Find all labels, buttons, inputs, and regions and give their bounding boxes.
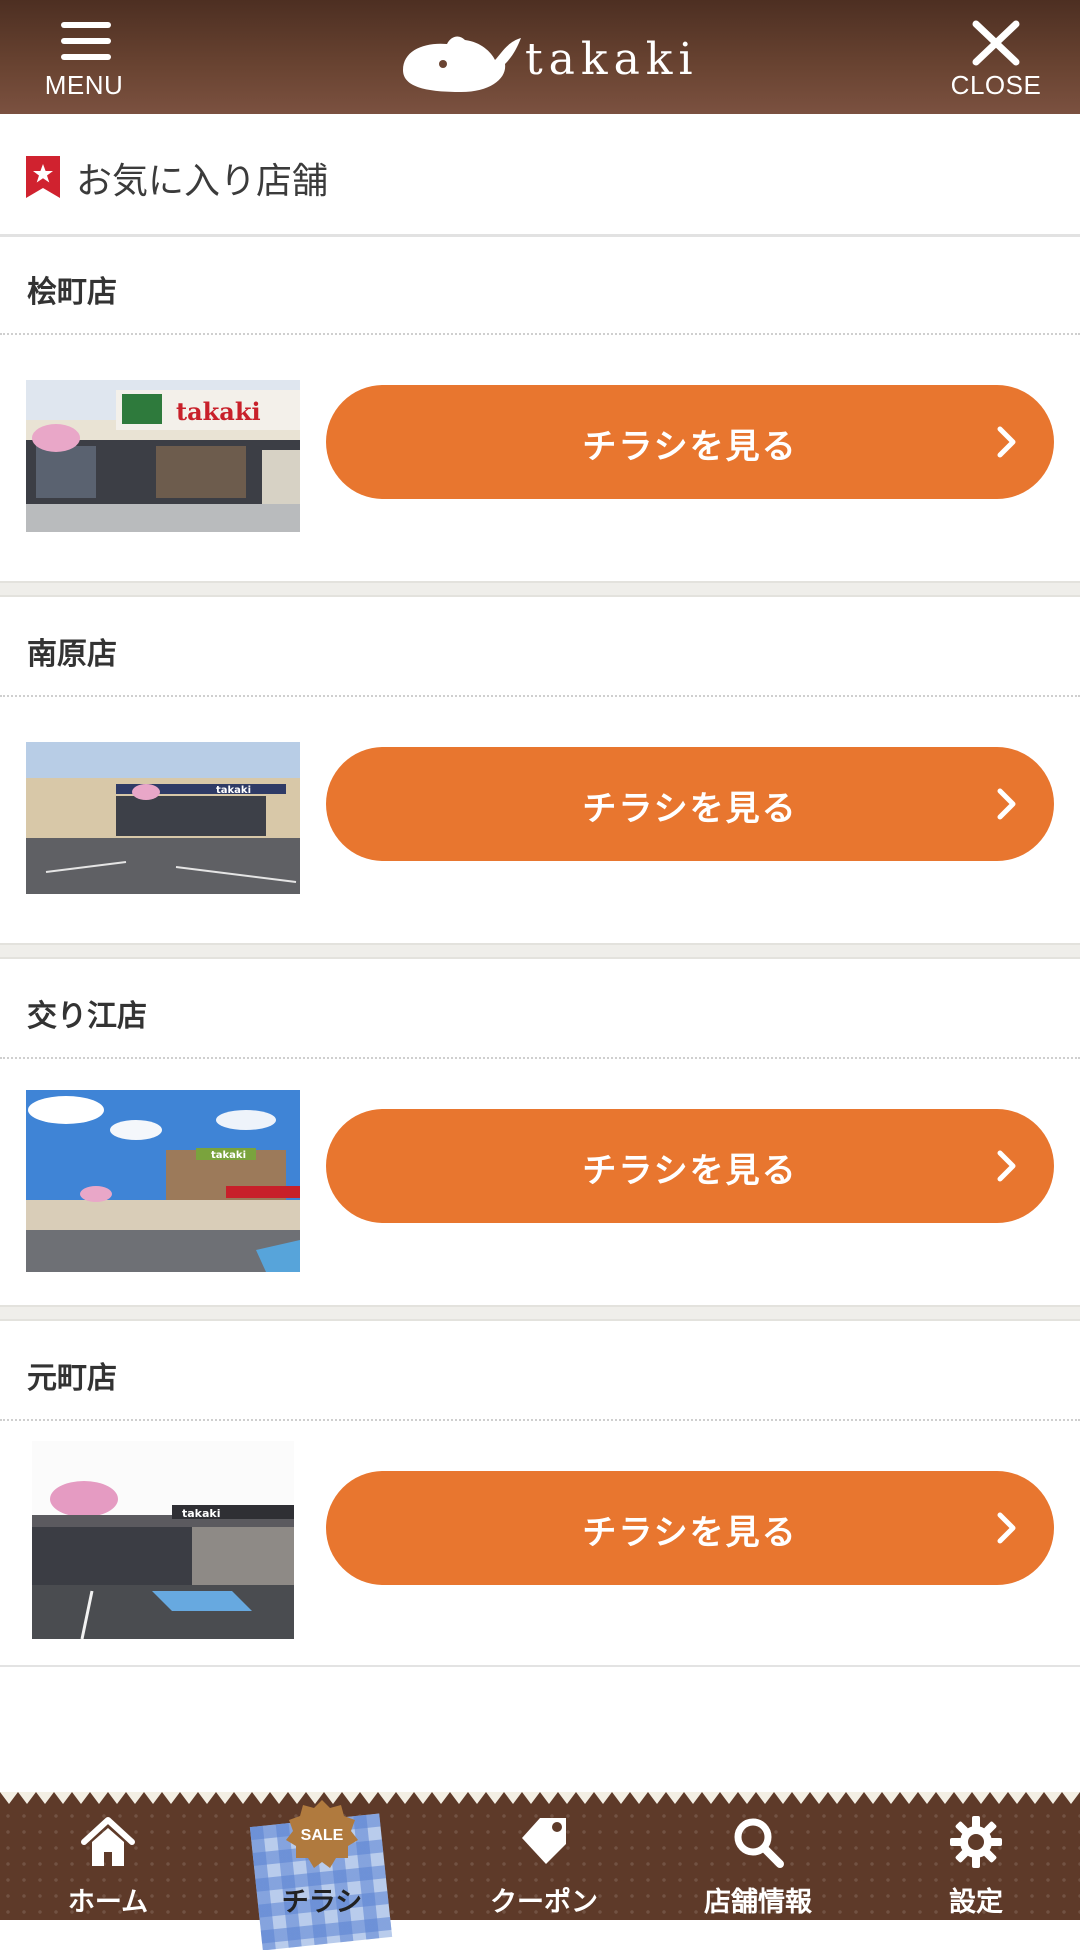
view-flyer-button[interactable]: チラシを見る xyxy=(326,1471,1054,1585)
view-flyer-label: チラシを見る xyxy=(582,427,798,467)
svg-text:takaki: takaki xyxy=(216,785,251,796)
tab-store-info[interactable]: 店舗情報 xyxy=(658,1808,858,1920)
store-section-4: 元町店 takaki チラシを見る xyxy=(0,1323,1080,1665)
chevron-right-icon xyxy=(997,426,1016,458)
tab-label: ホーム xyxy=(67,1887,149,1918)
bottom-tab-bar: ホーム SALE チラシ クーポン 店舗情報 設定 xyxy=(0,1792,1080,1950)
view-flyer-button[interactable]: チラシを見る xyxy=(326,385,1054,499)
store-photo: takaki xyxy=(32,1441,294,1639)
dotted-divider xyxy=(0,1057,1080,1059)
chevron-right-icon xyxy=(997,788,1016,820)
sale-badge-text: SALE xyxy=(301,1827,344,1844)
tab-label: チラシ xyxy=(281,1887,363,1918)
svg-text:takaki: takaki xyxy=(176,397,261,426)
tab-label: クーポン xyxy=(490,1887,598,1918)
tab-settings[interactable]: 設定 xyxy=(876,1808,1076,1920)
tag-icon xyxy=(522,1818,566,1864)
store-photo: takaki xyxy=(26,380,300,532)
tab-label: 設定 xyxy=(949,1887,1003,1918)
menu-button[interactable]: MENU xyxy=(14,0,154,114)
store-name: 交り江店 xyxy=(27,999,147,1034)
store-photo: takaki xyxy=(26,742,300,894)
favorites-header: お気に入り店舗 xyxy=(0,114,1080,237)
search-icon xyxy=(734,1818,784,1868)
section-separator xyxy=(0,943,1080,959)
bookmark-star-icon xyxy=(26,156,60,198)
view-flyer-button[interactable]: チラシを見る xyxy=(326,747,1054,861)
takaki-logo[interactable]: takaki xyxy=(395,20,695,100)
dotted-divider xyxy=(0,333,1080,335)
dotted-divider xyxy=(0,1419,1080,1421)
hamburger-icon xyxy=(61,22,111,60)
section-separator xyxy=(0,1305,1080,1321)
close-label: CLOSE xyxy=(950,70,1042,100)
store-section-3: 交り江店 takaki チラシを見る xyxy=(0,961,1080,1305)
store-name: 南原店 xyxy=(27,637,117,672)
svg-text:takaki: takaki xyxy=(211,1150,246,1161)
dotted-divider xyxy=(0,695,1080,697)
list-end-divider xyxy=(0,1665,1080,1667)
zigzag-border xyxy=(0,1792,1080,1808)
svg-text:takaki: takaki xyxy=(182,1507,221,1520)
view-flyer-label: チラシを見る xyxy=(582,1513,798,1553)
store-name: 元町店 xyxy=(27,1361,117,1396)
tab-label: 店舗情報 xyxy=(704,1887,812,1918)
view-flyer-button[interactable]: チラシを見る xyxy=(326,1109,1054,1223)
store-photo: takaki xyxy=(26,1090,300,1272)
home-icon xyxy=(81,1817,135,1866)
close-icon xyxy=(972,20,1020,66)
view-flyer-label: チラシを見る xyxy=(582,789,798,829)
store-name: 桧町店 xyxy=(27,275,117,310)
section-separator xyxy=(0,581,1080,597)
chevron-right-icon xyxy=(997,1150,1016,1182)
menu-label: MENU xyxy=(44,70,124,100)
tab-home[interactable]: ホーム xyxy=(8,1808,208,1920)
store-section-1: 桧町店 takaki チラシを見る xyxy=(0,237,1080,581)
chevron-right-icon xyxy=(997,1512,1016,1544)
sale-badge-icon: SALE xyxy=(286,1800,358,1868)
tab-coupon[interactable]: クーポン xyxy=(444,1808,644,1920)
store-section-2: 南原店 takaki チラシを見る xyxy=(0,599,1080,943)
view-flyer-label: チラシを見る xyxy=(582,1151,798,1191)
tab-flyer[interactable]: SALE チラシ xyxy=(222,1800,422,1950)
close-button[interactable]: CLOSE xyxy=(926,0,1066,114)
app-header: MENU takaki CLOSE xyxy=(0,0,1080,114)
gear-icon xyxy=(950,1816,1002,1868)
favorites-title: お気に入り店舗 xyxy=(76,161,329,202)
whale-logo-icon xyxy=(403,36,521,92)
logo-text: takaki xyxy=(525,34,699,85)
